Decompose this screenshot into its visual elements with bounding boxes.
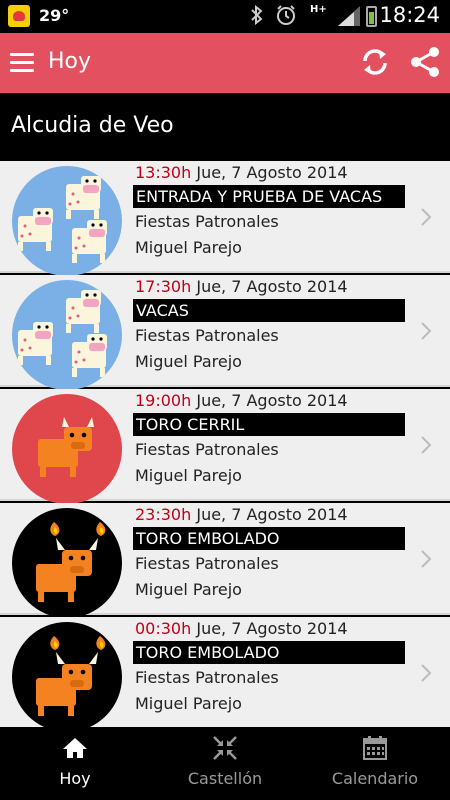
event-datetime: 23:30h Jue, 7 Agosto 2014 — [135, 505, 348, 524]
event-time: 17:30h — [135, 277, 192, 296]
battery-icon — [366, 6, 377, 27]
event-name: TORO CERRIL — [133, 413, 405, 436]
event-category: Fiestas Patronales — [135, 326, 279, 345]
event-time: 19:00h — [135, 391, 192, 410]
bluetooth-icon — [250, 4, 264, 29]
tab-label: Castellón — [187, 769, 263, 788]
event-row[interactable]: 17:30h Jue, 7 Agosto 2014 VACAS Fiestas … — [0, 275, 450, 390]
event-row[interactable]: 19:00h Jue, 7 Agosto 2014 TORO CERRIL Fi… — [0, 389, 450, 504]
event-date: Jue, 7 Agosto 2014 — [196, 505, 348, 524]
status-bar: 29° H+ 18:24 — [0, 0, 450, 33]
chevron-right-icon — [421, 550, 432, 568]
temperature-text: 29° — [39, 6, 70, 25]
event-category: Fiestas Patronales — [135, 668, 279, 687]
event-category: Fiestas Patronales — [135, 212, 279, 231]
cows-icon — [12, 280, 122, 390]
calendar-icon — [363, 736, 387, 760]
event-venue: Miguel Parejo — [135, 352, 242, 371]
fire-bull-icon — [12, 622, 122, 727]
event-name: TORO EMBOLADO — [133, 641, 405, 664]
bottom-nav: Hoy Castellón Calendario — [0, 727, 450, 800]
network-type: H+ — [310, 4, 327, 15]
event-datetime: 00:30h Jue, 7 Agosto 2014 — [135, 619, 348, 638]
chevron-right-icon — [421, 208, 432, 226]
notification-icon — [8, 5, 30, 27]
location-header: Alcudia de Veo — [0, 93, 450, 161]
tab-label: Hoy — [59, 769, 91, 788]
event-datetime: 19:00h Jue, 7 Agosto 2014 — [135, 391, 348, 410]
refresh-icon[interactable] — [358, 45, 392, 79]
event-date: Jue, 7 Agosto 2014 — [196, 391, 348, 410]
tab-calendario[interactable]: Calendario — [300, 727, 450, 800]
share-icon[interactable] — [408, 45, 442, 79]
bull-icon — [12, 394, 122, 504]
event-datetime: 13:30h Jue, 7 Agosto 2014 — [135, 163, 348, 182]
app-bar: Hoy — [0, 33, 450, 93]
signal-icon — [338, 6, 360, 26]
event-venue: Miguel Parejo — [135, 694, 242, 713]
chevron-right-icon — [421, 436, 432, 454]
event-venue: Miguel Parejo — [135, 580, 242, 599]
chevron-right-icon — [421, 664, 432, 682]
event-time: 13:30h — [135, 163, 192, 182]
event-venue: Miguel Parejo — [135, 238, 242, 257]
event-time: 00:30h — [135, 619, 192, 638]
status-icons: H+ — [250, 4, 380, 28]
event-date: Jue, 7 Agosto 2014 — [196, 163, 348, 182]
event-date: Jue, 7 Agosto 2014 — [196, 619, 348, 638]
event-date: Jue, 7 Agosto 2014 — [196, 277, 348, 296]
chevron-right-icon — [421, 322, 432, 340]
clock: 18:24 — [379, 3, 440, 27]
alarm-icon — [275, 4, 297, 31]
event-list: 13:30h Jue, 7 Agosto 2014 ENTRADA Y PRUE… — [0, 161, 450, 727]
event-row[interactable]: 23:30h Jue, 7 Agosto 2014 TORO EMBOLADO … — [0, 503, 450, 618]
event-name: TORO EMBOLADO — [133, 527, 405, 550]
tab-castellon[interactable]: Castellón — [150, 727, 300, 800]
home-icon — [63, 738, 87, 758]
event-datetime: 17:30h Jue, 7 Agosto 2014 — [135, 277, 348, 296]
event-venue: Miguel Parejo — [135, 466, 242, 485]
event-row[interactable]: 13:30h Jue, 7 Agosto 2014 ENTRADA Y PRUE… — [0, 161, 450, 276]
cows-icon — [12, 166, 122, 276]
fire-bull-icon — [12, 508, 122, 618]
page-title: Hoy — [48, 49, 92, 74]
event-name: ENTRADA Y PRUEBA DE VACAS — [133, 185, 405, 208]
event-category: Fiestas Patronales — [135, 440, 279, 459]
event-name: VACAS — [133, 299, 405, 322]
location-name: Alcudia de Veo — [11, 113, 174, 138]
event-category: Fiestas Patronales — [135, 554, 279, 573]
tab-label: Calendario — [331, 769, 419, 788]
event-time: 23:30h — [135, 505, 192, 524]
tab-hoy[interactable]: Hoy — [0, 727, 150, 800]
menu-icon[interactable] — [10, 51, 34, 73]
collapse-arrows-icon — [213, 736, 237, 760]
event-row[interactable]: 00:30h Jue, 7 Agosto 2014 TORO EMBOLADO … — [0, 617, 450, 727]
